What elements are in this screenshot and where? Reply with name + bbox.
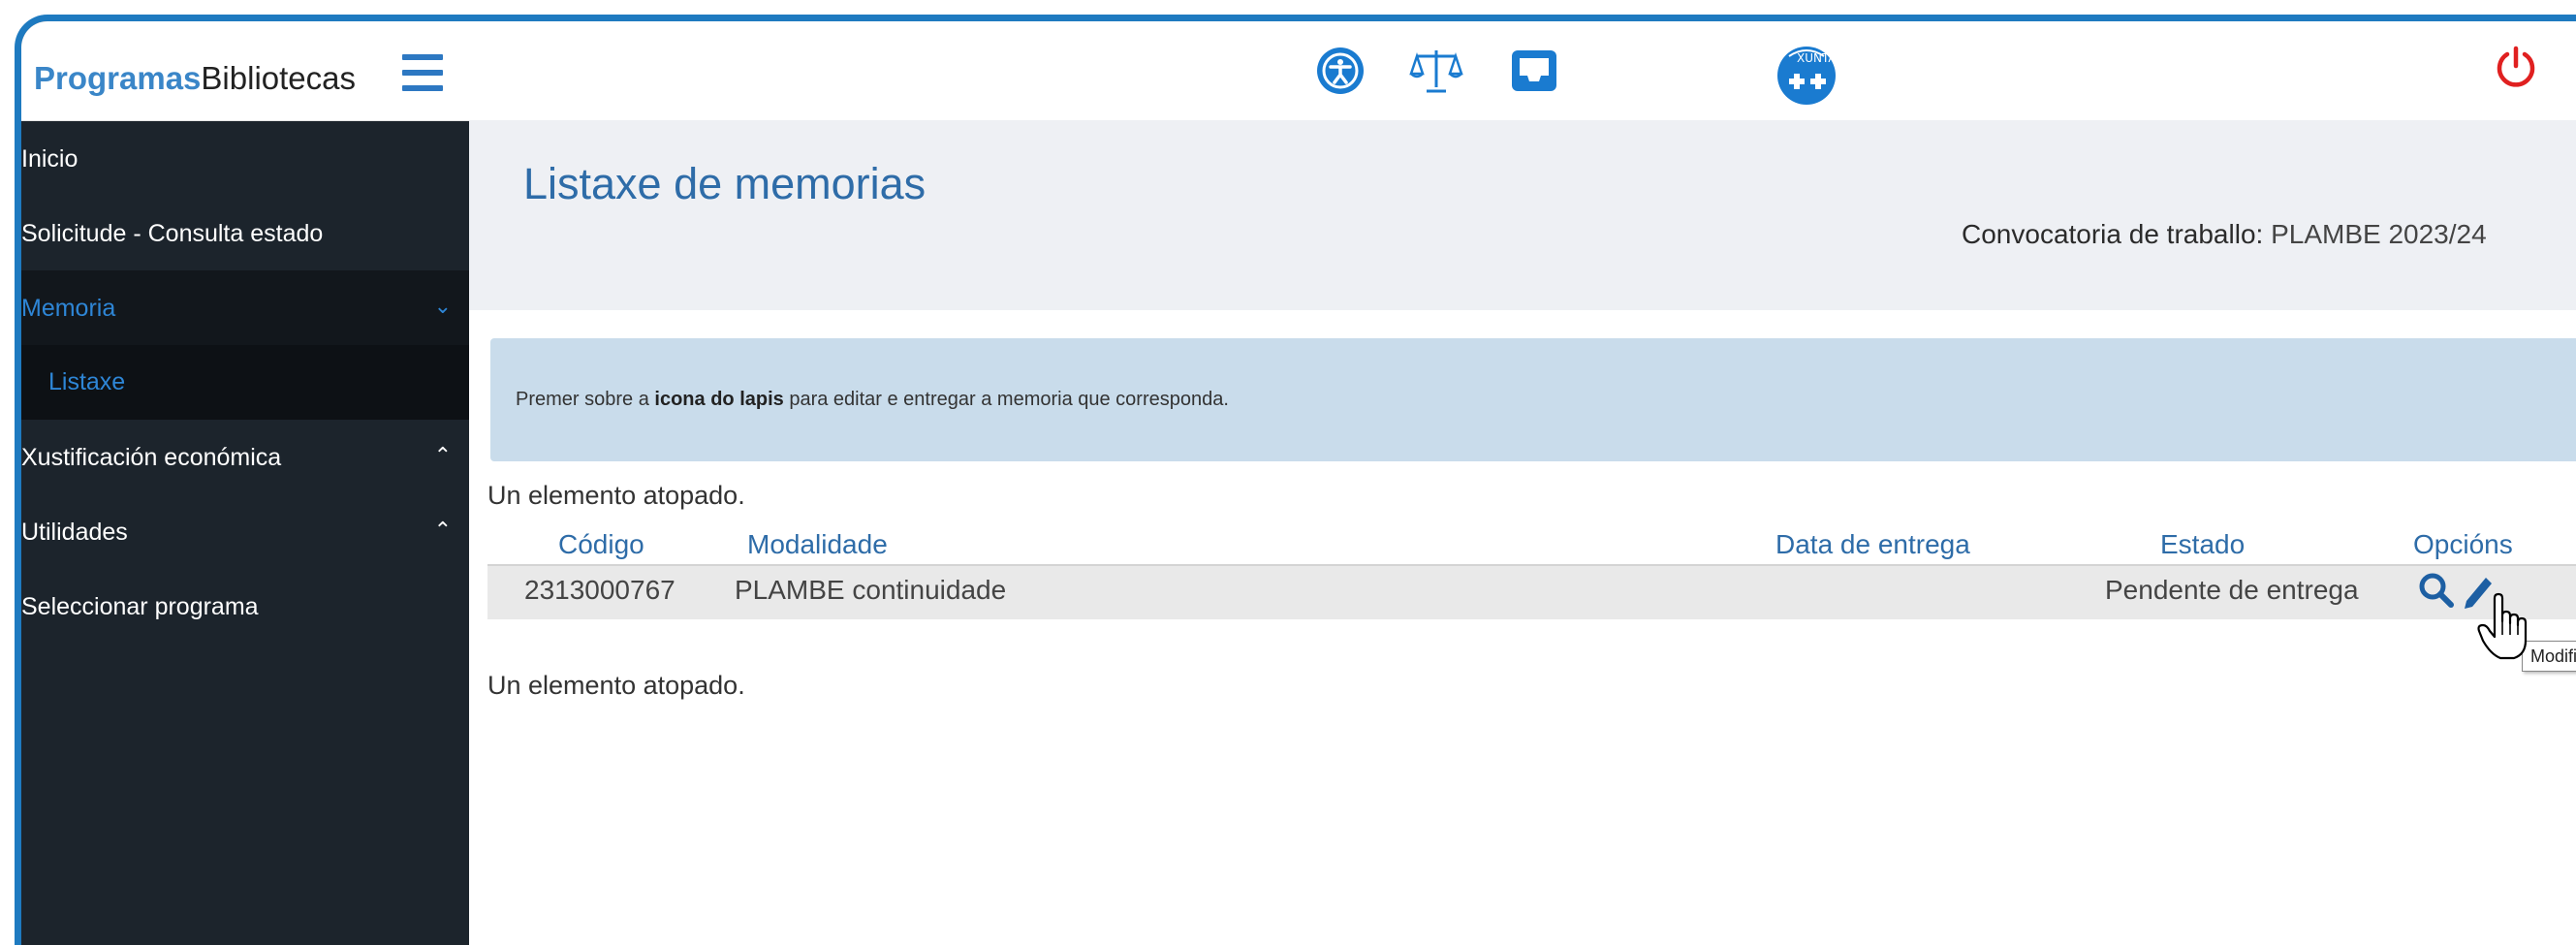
convocatoria-label: Convocatoria de traballo: PLAMBE 2023/24 <box>1962 219 2487 250</box>
result-count-top: Un elemento atopado. <box>487 481 745 510</box>
sidebar-item-label: Xustificación económica <box>21 444 282 471</box>
table-row: 2313000767 PLAMBE continuidade Pendente … <box>487 564 2576 619</box>
convocatoria-value: PLAMBE 2023/24 <box>2271 219 2487 249</box>
column-header-opcions: Opcións <box>2413 529 2513 559</box>
sidebar-item-xustificacion[interactable]: Xustificación económica ⌃ <box>21 420 469 494</box>
sidebar: ProgramasBibliotecas Inicio Solicitude -… <box>21 21 469 945</box>
info-text: Premer sobre a icona do lapis para edita… <box>516 389 1229 411</box>
column-header-modalidade[interactable]: Modalidade <box>747 529 888 560</box>
xunta-health-logo-icon[interactable]: XUNTA <box>1768 39 1845 111</box>
sidebar-item-label: Inicio <box>21 145 79 173</box>
result-count-bottom: Un elemento atopado. <box>487 671 745 700</box>
justice-scale-icon[interactable] <box>1409 47 1463 100</box>
brand-logo[interactable]: ProgramasBibliotecas <box>34 60 356 97</box>
sidebar-item-memoria[interactable]: Memoria ⌄ <box>21 270 469 345</box>
hamburger-menu-icon[interactable] <box>402 54 443 91</box>
sidebar-nav: Inicio Solicitude - Consulta estado Memo… <box>21 121 469 644</box>
hand-cursor-icon <box>2477 592 2535 667</box>
info-text-bold: icona do lapis <box>654 389 784 410</box>
column-header-data-entrega[interactable]: Data de entrega <box>1775 529 1970 560</box>
sidebar-item-solicitude[interactable]: Solicitude - Consulta estado <box>21 196 469 270</box>
power-icon[interactable] <box>2494 45 2538 94</box>
sidebar-item-label: Seleccionar programa <box>21 593 259 620</box>
search-icon[interactable] <box>2416 570 2457 615</box>
column-header-estado[interactable]: Estado <box>2160 529 2245 560</box>
sidebar-subitem-listaxe[interactable]: Listaxe <box>21 345 469 420</box>
info-text-prefix: Premer sobre a <box>516 389 649 410</box>
sidebar-item-label: Utilidades <box>21 519 128 546</box>
cell-codigo: 2313000767 <box>524 575 675 605</box>
sidebar-item-label: Listaxe <box>48 368 126 395</box>
cell-modalidade: PLAMBE continuidade <box>735 575 1007 605</box>
brand-accent: Programas <box>34 60 202 96</box>
app-frame: ProgramasBibliotecas Inicio Solicitude -… <box>15 15 2576 945</box>
brand-rest: Bibliotecas <box>201 60 357 96</box>
sidebar-item-label: Memoria <box>21 295 116 322</box>
chevron-down-icon: ⌄ <box>433 294 452 318</box>
main-content: Listaxe de memorias Convocatoria de trab… <box>469 120 2576 945</box>
inbox-icon[interactable] <box>1510 47 1558 100</box>
svg-text:XUNTA: XUNTA <box>1797 51 1837 65</box>
sidebar-item-label: Solicitude - Consulta estado <box>21 220 324 247</box>
sidebar-item-seleccionar-programa[interactable]: Seleccionar programa <box>21 569 469 644</box>
column-header-codigo[interactable]: Código <box>558 529 644 560</box>
sidebar-item-utilidades[interactable]: Utilidades ⌃ <box>21 494 469 569</box>
info-alert: Premer sobre a icona do lapis para edita… <box>490 338 2576 461</box>
top-bar: XUNTA <box>469 21 2576 120</box>
brand-header: ProgramasBibliotecas <box>21 21 469 121</box>
info-text-suffix: para editar e entregar a memoria que cor… <box>789 389 1229 410</box>
accessibility-icon[interactable] <box>1316 47 1365 100</box>
chevron-up-icon: ⌃ <box>433 518 452 542</box>
cell-estado: Pendente de entrega <box>2105 575 2359 605</box>
sidebar-item-inicio[interactable]: Inicio <box>21 121 469 196</box>
convocatoria-caption: Convocatoria de traballo: <box>1962 219 2264 249</box>
chevron-up-icon: ⌃ <box>433 443 452 467</box>
page-header: Listaxe de memorias Convocatoria de trab… <box>469 120 2576 310</box>
page-title: Listaxe de memorias <box>523 159 927 208</box>
